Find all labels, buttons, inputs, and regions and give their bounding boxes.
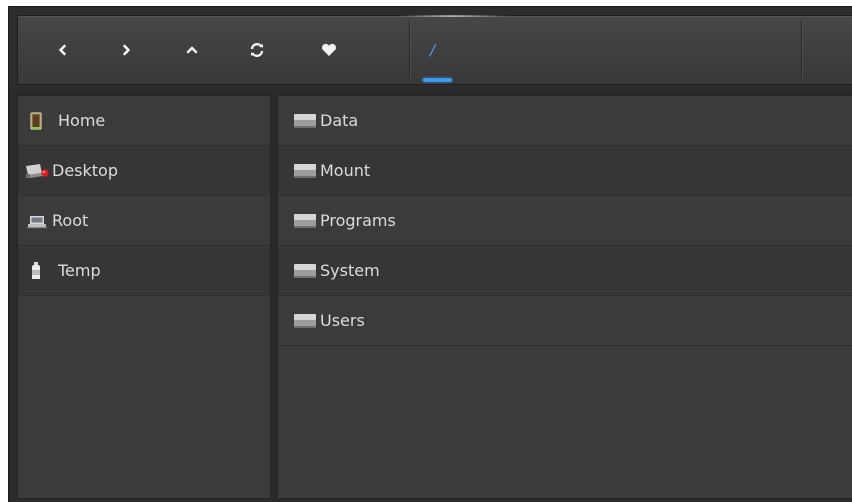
- up-button[interactable]: [163, 16, 221, 84]
- toolbar-bar: /: [17, 15, 852, 85]
- sidebar-item-temp[interactable]: Temp: [18, 246, 270, 296]
- toolbar: /: [9, 7, 852, 89]
- folder-icon: [294, 264, 316, 278]
- file-row-users[interactable]: Users: [278, 296, 852, 346]
- file-manager-window: / Home Desktop Root Temp Data Mount Prog…: [8, 6, 852, 502]
- sidebar-item-label: Temp: [58, 261, 101, 280]
- chevron-right-icon: [123, 44, 130, 56]
- folder-icon: [294, 214, 316, 228]
- sidebar-item-root[interactable]: Root: [18, 196, 270, 246]
- file-row-programs[interactable]: Programs: [278, 196, 852, 246]
- home-door-icon: [30, 112, 42, 130]
- sidebar-item-desktop[interactable]: Desktop: [18, 146, 270, 196]
- file-row-mount[interactable]: Mount: [278, 146, 852, 196]
- forward-button[interactable]: [97, 16, 155, 84]
- file-list: Data Mount Programs System Users: [277, 95, 852, 499]
- folder-icon: [294, 164, 316, 178]
- temp-bottle-icon: [32, 262, 40, 279]
- sidebar-item-label: Root: [52, 211, 89, 230]
- back-button[interactable]: [34, 16, 92, 84]
- bookmark-button[interactable]: [300, 16, 358, 84]
- path-bar-separator: [409, 20, 410, 80]
- folder-icon: [294, 114, 316, 128]
- breadcrumb-root[interactable]: /: [420, 16, 454, 84]
- folder-icon: [294, 314, 316, 328]
- file-row-system[interactable]: System: [278, 246, 852, 296]
- file-name: Mount: [320, 161, 371, 180]
- sidebar-places: Home Desktop Root Temp: [17, 95, 271, 499]
- file-name: Data: [320, 111, 359, 130]
- file-name: Users: [320, 311, 365, 330]
- file-row-data[interactable]: Data: [278, 96, 852, 146]
- file-name: Programs: [320, 211, 396, 230]
- sidebar-item-label: Desktop: [52, 161, 118, 180]
- heart-icon: [322, 43, 336, 56]
- sidebar-item-home[interactable]: Home: [18, 96, 270, 146]
- file-name: System: [320, 261, 380, 280]
- desktop-camera-icon: [26, 164, 49, 178]
- breadcrumb-active-indicator: [423, 78, 452, 82]
- refresh-icon: [250, 43, 264, 57]
- refresh-button[interactable]: [228, 16, 286, 84]
- sidebar-item-label: Home: [58, 111, 106, 130]
- path-bar-end-separator: [801, 20, 802, 80]
- breadcrumb-label: /: [430, 41, 436, 59]
- chevron-left-icon: [59, 44, 66, 56]
- chevron-up-icon: [186, 46, 198, 54]
- root-laptop-icon: [27, 216, 47, 229]
